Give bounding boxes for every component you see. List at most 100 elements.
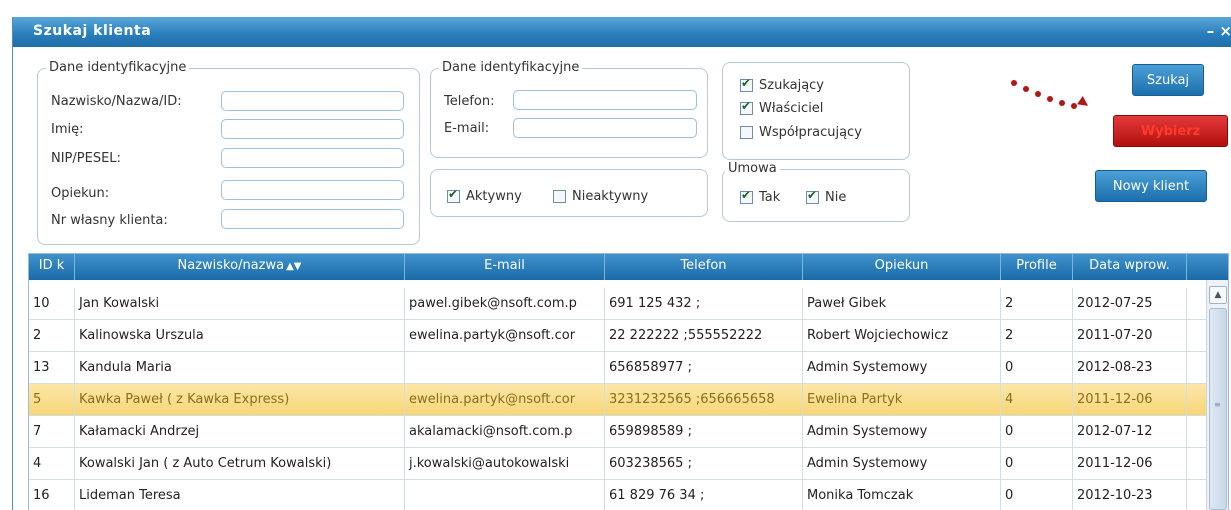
cell-profile: 4: [1001, 384, 1073, 415]
pointer-dots-icon: [1011, 75, 1101, 125]
cell-owner: Admin Systemowy: [803, 416, 1001, 447]
cooperating-checkbox[interactable]: [740, 126, 753, 139]
clients-table: ID k Nazwisko/nazwa ▲▼ E-mail Telefon Opi…: [28, 253, 1229, 510]
group-legend: Dane identyfikacyjne: [439, 60, 583, 76]
col-header-name[interactable]: Nazwisko/nazwa ▲▼: [75, 254, 405, 280]
contract-no-row[interactable]: Nie: [806, 188, 847, 205]
email-input[interactable]: [513, 118, 697, 138]
phone-label: Telefon:: [444, 94, 495, 109]
select-button[interactable]: Wybierz: [1113, 115, 1228, 147]
advisor-input[interactable]: [221, 180, 404, 200]
scroll-thumb[interactable]: ≡: [1209, 308, 1227, 510]
table-row[interactable]: 4 Kowalski Jan ( z Auto Cetrum Kowalski) j…: [29, 448, 1207, 480]
cell-name: Kandula Maria: [75, 352, 405, 383]
grip-icon: ≡: [1214, 400, 1221, 409]
cell-email: pawel.gibek@nsoft.com.p: [405, 288, 605, 319]
surname-label: Nazwisko/Nazwa/ID:: [51, 94, 182, 109]
identification-group-2: Dane identyfikacyjne: [430, 60, 708, 158]
vertical-scrollbar[interactable]: ▲ ≡: [1206, 280, 1228, 510]
cell-phone: 691 125 432 ;: [605, 288, 803, 319]
window-title: Szukaj klienta: [33, 23, 152, 39]
col-header-date[interactable]: Data wprow.: [1073, 254, 1187, 280]
first-name-label: Imię:: [51, 122, 84, 137]
table-row[interactable]: 2 Kalinowska Urszula ewelina.partyk@nsoft.…: [29, 320, 1207, 352]
owner-checkbox-row[interactable]: Właściciel: [740, 99, 824, 116]
active-checkbox[interactable]: [447, 187, 460, 203]
phone-input[interactable]: [513, 90, 697, 110]
seeker-label: Szukający: [759, 78, 824, 93]
inactive-checkbox-row[interactable]: Nieaktywny: [553, 189, 648, 204]
cell-name: Kalinowska Urszula: [75, 320, 405, 351]
nip-pesel-input[interactable]: [221, 148, 404, 168]
contract-yes-label: Tak: [759, 190, 781, 205]
table-row[interactable]: 7 Kałamacki Andrzej akalamacki@nsoft.com.p…: [29, 416, 1207, 448]
advisor-label: Opiekun:: [51, 186, 110, 201]
inactive-label: Nieaktywny: [572, 189, 649, 204]
cell-date: 2012-08-23: [1073, 352, 1187, 383]
contract-no-checkbox[interactable]: [806, 188, 819, 204]
cooperating-checkbox-row[interactable]: Współpracujący: [740, 125, 862, 140]
table-row[interactable]: 16 Lideman Teresa 61 829 76 34 ; Monika Tom…: [29, 480, 1207, 510]
col-header-name-label: Nazwisko/nazwa: [177, 258, 285, 273]
table-header: ID k Nazwisko/nazwa ▲▼ E-mail Telefon Opi…: [29, 254, 1228, 280]
cell-date: 2012-10-23: [1073, 480, 1187, 510]
cell-phone: 656858977 ;: [605, 352, 803, 383]
cell-profile: 0: [1001, 448, 1073, 479]
cell-profile: 2: [1001, 288, 1073, 319]
table-row[interactable]: 13 Kandula Maria 656858977 ; Admin Systemow…: [29, 352, 1207, 384]
cell-date: 2011-12-06: [1073, 448, 1187, 479]
col-header-id[interactable]: ID k: [29, 254, 75, 280]
col-header-phone[interactable]: Telefon: [605, 254, 803, 280]
scroll-up-icon[interactable]: ▲: [1209, 286, 1227, 304]
cell-profile: 2: [1001, 320, 1073, 351]
new-client-button[interactable]: Nowy klient: [1095, 170, 1207, 202]
cell-email: [405, 480, 605, 510]
active-checkbox-row[interactable]: Aktywny: [447, 187, 522, 204]
cell-profile: 0: [1001, 416, 1073, 447]
nip-pesel-label: NIP/PESEL:: [51, 151, 121, 166]
active-label: Aktywny: [466, 189, 522, 204]
cell-id: 4: [29, 448, 75, 479]
inactive-checkbox[interactable]: [553, 190, 566, 203]
cell-name: Kowalski Jan ( z Auto Cetrum Kowalski): [75, 448, 405, 479]
seeker-checkbox[interactable]: [740, 76, 753, 92]
search-button[interactable]: Szukaj: [1132, 64, 1204, 96]
window-controls[interactable]: – ×: [1207, 22, 1231, 40]
select-button-label: Wybierz: [1140, 124, 1201, 139]
owner-checkbox[interactable]: [740, 99, 753, 115]
cell-id: 16: [29, 480, 75, 510]
surname-input[interactable]: [221, 91, 404, 111]
cell-phone: 61 829 76 34 ;: [605, 480, 803, 510]
contract-yes-checkbox[interactable]: [740, 188, 753, 204]
col-header-profile[interactable]: Profile: [1001, 254, 1073, 280]
cooperating-label: Współpracujący: [759, 125, 862, 140]
cell-phone: 603238565 ;: [605, 448, 803, 479]
cell-owner: Robert Wojciechowicz: [803, 320, 1001, 351]
table-row[interactable]: 10 Jan Kowalski pawel.gibek@nsoft.com.p 691…: [29, 288, 1207, 320]
cell-id: 2: [29, 320, 75, 351]
cell-email: j.kowalski@autokowalski: [405, 448, 605, 479]
cell-email: ewelina.partyk@nsoft.cor: [405, 384, 605, 415]
cell-phone: 659898589 ;: [605, 416, 803, 447]
contract-legend: Umowa: [725, 161, 780, 177]
cell-owner: Admin Systemowy: [803, 352, 1001, 383]
own-number-input[interactable]: [221, 209, 404, 229]
cell-owner: Monika Tomczak: [803, 480, 1001, 510]
cell-profile: 0: [1001, 352, 1073, 383]
cell-name: Jan Kowalski: [75, 288, 405, 319]
first-name-input[interactable]: [221, 119, 404, 139]
sort-icon: ▲▼: [286, 261, 302, 272]
contract-no-label: Nie: [825, 190, 847, 205]
col-header-owner[interactable]: Opiekun: [803, 254, 1001, 280]
col-header-email[interactable]: E-mail: [405, 254, 605, 280]
title-bar[interactable]: Szukaj klienta – ×: [13, 17, 1231, 47]
contract-yes-row[interactable]: Tak: [740, 188, 781, 205]
cell-id: 7: [29, 416, 75, 447]
cell-phone: 22 222222 ;555552222: [605, 320, 803, 351]
own-number-label: Nr własny klienta:: [51, 213, 168, 228]
cell-name: Kawka Paweł ( z Kawka Express): [75, 384, 405, 415]
owner-label: Właściciel: [759, 101, 824, 116]
seeker-checkbox-row[interactable]: Szukający: [740, 76, 824, 93]
table-row[interactable]: 5 Kawka Paweł ( z Kawka Express) ewelina.p…: [29, 384, 1207, 416]
cell-date: 2011-12-06: [1073, 384, 1187, 415]
